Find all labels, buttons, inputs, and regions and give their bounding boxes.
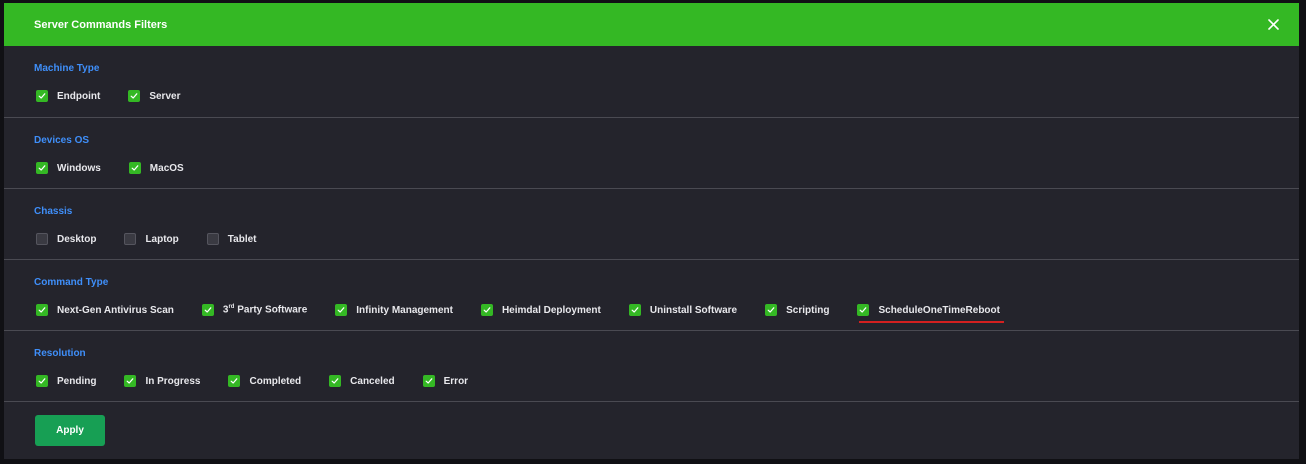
option-pending[interactable]: Pending (36, 375, 96, 387)
checkbox-checked[interactable] (201, 304, 214, 316)
server-commands-filters-dialog: Server Commands Filters Machine Type Endp… (4, 3, 1299, 459)
section-title: Devices OS (34, 135, 90, 146)
checkbox-checked[interactable] (128, 90, 141, 102)
checkbox-checked[interactable] (36, 90, 48, 102)
option-canceled[interactable]: Canceled (329, 375, 395, 387)
checkbox-checked[interactable] (329, 375, 342, 387)
checkbox-unchecked[interactable] (36, 233, 48, 245)
checkbox-checked[interactable] (36, 304, 48, 316)
option-uninstall-software[interactable]: Uninstall Software (628, 304, 738, 316)
option-heimdal-deployment[interactable]: Heimdal Deployment (480, 304, 601, 316)
checkbox-unchecked[interactable] (206, 233, 219, 245)
option-label: Pending (57, 375, 97, 387)
option-scripting[interactable]: Scripting (765, 304, 829, 316)
highlight-underline (859, 321, 1004, 323)
option-label: Uninstall Software (649, 304, 738, 316)
section-resolution: Resolution Pending In Progress Completed Can… (4, 331, 1299, 402)
filter-sections: Machine Type Endpoint Server Devices OS Wind… (4, 46, 1299, 402)
option-label: Canceled (350, 375, 395, 387)
option-error[interactable]: Error (422, 375, 469, 387)
option-label: Desktop (57, 233, 97, 245)
option-next-gen-antivirus-scan[interactable]: Next-Gen Antivirus Scan (36, 304, 174, 316)
dialog-header: Server Commands Filters (4, 3, 1299, 46)
section-title: Machine Type (34, 63, 100, 74)
checkbox-checked[interactable] (422, 375, 435, 387)
options-row: Windows MacOS (36, 162, 212, 174)
checkbox-unchecked[interactable] (124, 233, 137, 245)
option-infinity-management[interactable]: Infinity Management (335, 304, 453, 316)
checkbox-checked[interactable] (765, 304, 778, 316)
section-title: Resolution (34, 348, 86, 359)
option-label: Error (443, 375, 469, 387)
option-label: MacOS (149, 162, 184, 174)
options-row: Desktop Laptop Tablet (36, 233, 285, 245)
section-chassis: Chassis Desktop Laptop Tablet (4, 189, 1299, 260)
close-icon (1267, 19, 1279, 30)
option-server[interactable]: Server (128, 90, 180, 102)
options-row: Endpoint Server (36, 90, 208, 102)
checkbox-checked[interactable] (36, 162, 48, 174)
option-label: Next-Gen Antivirus Scan (57, 304, 174, 316)
option-label: Server (149, 90, 181, 102)
checkbox-checked[interactable] (628, 304, 641, 316)
option-label: Laptop (145, 233, 179, 245)
option-label: Tablet (227, 233, 257, 245)
option-laptop[interactable]: Laptop (124, 233, 179, 245)
option-3rd-party-software[interactable]: 3rd Party Software (201, 304, 308, 316)
option-label: 3rd Party Software (222, 304, 308, 316)
options-row: Next-Gen Antivirus Scan 3rd Party Softwar… (36, 304, 1028, 323)
option-in-progress[interactable]: In Progress (124, 375, 200, 387)
section-title: Chassis (34, 206, 73, 217)
option-endpoint[interactable]: Endpoint (36, 90, 100, 102)
close-button[interactable] (1263, 15, 1283, 35)
section-title: Command Type (34, 277, 109, 288)
option-desktop[interactable]: Desktop (36, 233, 96, 245)
checkbox-checked[interactable] (128, 162, 141, 174)
option-label: Completed (249, 375, 302, 387)
option-completed[interactable]: Completed (228, 375, 301, 387)
option-label: Windows (57, 162, 101, 174)
option-label: In Progress (145, 375, 201, 387)
option-macos[interactable]: MacOS (128, 162, 184, 174)
option-label: Endpoint (57, 90, 101, 102)
dialog-title: Server Commands Filters (34, 18, 168, 31)
apply-button[interactable]: Apply (35, 415, 105, 446)
dialog-footer: Apply (4, 402, 1299, 459)
option-label: Infinity Management (356, 304, 453, 316)
checkbox-checked[interactable] (857, 304, 870, 316)
checkbox-checked[interactable] (228, 375, 241, 387)
option-label: ScheduleOneTimeReboot (878, 304, 1000, 316)
option-scheduleonetimereboot[interactable]: ScheduleOneTimeReboot (857, 304, 1004, 323)
checkbox-checked[interactable] (335, 304, 348, 316)
option-tablet[interactable]: Tablet (206, 233, 257, 245)
options-row: Pending In Progress Completed Canceled Error (36, 375, 496, 387)
section-machine-type: Machine Type Endpoint Server (4, 46, 1299, 118)
option-windows[interactable]: Windows (36, 162, 101, 174)
option-label: Scripting (786, 304, 830, 316)
section-command-type: Command Type Next-Gen Antivirus Scan 3rd P… (4, 260, 1299, 331)
checkbox-checked[interactable] (124, 375, 137, 387)
section-devices-os: Devices OS Windows MacOS (4, 118, 1299, 189)
checkbox-checked[interactable] (480, 304, 493, 316)
option-label: Heimdal Deployment (501, 304, 601, 316)
checkbox-checked[interactable] (36, 375, 48, 387)
